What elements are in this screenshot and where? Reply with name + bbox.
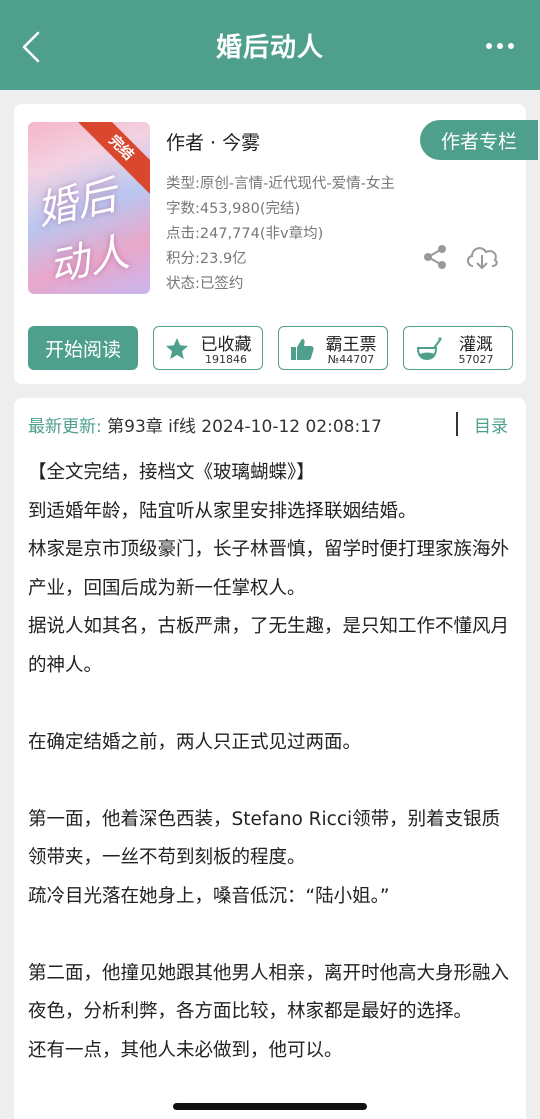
- download-cloud-icon[interactable]: [464, 242, 500, 272]
- author-column-button[interactable]: 作者专栏: [420, 120, 538, 160]
- book-cover[interactable]: 完结 婚后 动人: [28, 122, 150, 294]
- start-reading-button[interactable]: 开始阅读: [28, 326, 138, 370]
- cover-art-title: 婚后 动人: [32, 172, 133, 292]
- synopsis-paragraph: 林家是京市顶级豪门，长子林晋慎，留学时便打理家族海外产业，回国后成为新一任掌权人…: [28, 539, 510, 599]
- book-status: 状态:已签约: [166, 276, 244, 292]
- book-synopsis: 【全文完结，接档文《玻璃蝴蝶》】 到适婚年龄，陆宜听从家里安排选择联姻结婚。 林…: [28, 454, 512, 1070]
- synopsis-paragraph: [28, 916, 512, 955]
- irrigate-count: 57027: [458, 353, 494, 366]
- overlord-ticket-button[interactable]: 霸王票 №44707: [278, 326, 388, 370]
- author-name[interactable]: 作者 · 今雾: [166, 128, 260, 155]
- book-info-card: 完结 婚后 动人 作者 · 今雾 作者专栏 类型:原创-言情-近代现代-爱情-女主…: [14, 104, 538, 384]
- synopsis-paragraph: 第二面，他撞见她跟其他男人相亲，离开时他高大身形融入夜色，分析利弊，各方面比较，…: [28, 962, 510, 1023]
- overlord-ticket-count: №44707: [327, 353, 375, 366]
- action-buttons: 开始阅读 已收藏 191846 霸王票 №44707 灌溉 57027: [28, 326, 514, 370]
- page-title: 婚后动人: [215, 32, 324, 63]
- thumbs-up-icon: [289, 336, 315, 362]
- book-word-count: 字数:453,980(完结): [166, 201, 301, 217]
- book-clicks: 点击:247,774(非v章均): [166, 226, 324, 242]
- irrigate-button[interactable]: 灌溉 57027: [403, 326, 513, 370]
- irrigate-label: 灌溉: [459, 335, 493, 355]
- synopsis-paragraph: 在确定结婚之前，两人只正式见过两面。: [28, 731, 362, 753]
- synopsis-paragraph: 疏冷目光落在她身上，嗓音低沉：“陆小姐。”: [28, 885, 390, 907]
- more-horizontal-icon[interactable]: [486, 42, 514, 50]
- book-type: 类型:原创-言情-近代现代-爱情-女主: [166, 176, 395, 192]
- synopsis-paragraph: 第一面，他着深色西装，Stefano Ricci领带，别着支银质领带夹，一丝不苟…: [28, 808, 501, 869]
- top-nav-bar: 婚后动人: [0, 0, 540, 90]
- divider: [456, 412, 458, 436]
- synopsis-paragraph: 还有一点，其他人未必做到，他可以。: [28, 1039, 343, 1061]
- synopsis-paragraph: 据说人如其名，古板严肃，了无生趣，是只知工作不懂风月的神人。: [28, 616, 510, 676]
- latest-update-label: 最新更新:: [28, 417, 102, 437]
- table-of-contents-link[interactable]: 目录: [474, 412, 508, 437]
- synopsis-paragraph: 到适婚年龄，陆宜听从家里安排选择联姻结婚。: [28, 500, 417, 522]
- share-icon[interactable]: [422, 244, 448, 270]
- collected-label: 已收藏: [200, 335, 252, 355]
- collected-count: 191846: [205, 353, 247, 366]
- overlord-ticket-label: 霸王票: [325, 335, 377, 355]
- home-indicator[interactable]: [173, 1103, 367, 1110]
- watering-can-icon: [414, 336, 442, 362]
- collected-button[interactable]: 已收藏 191846: [153, 326, 263, 370]
- book-meta: 类型:原创-言情-近代现代-爱情-女主 字数:453,980(完结) 点击:24…: [166, 172, 395, 297]
- latest-update-text: 第93章 if线 2024-10-12 02:08:17: [101, 417, 382, 437]
- book-score: 积分:23.9亿: [166, 251, 247, 267]
- synopsis-paragraph: 【全文完结，接档文《玻璃蝴蝶》】: [28, 462, 315, 483]
- star-icon: [164, 336, 190, 362]
- book-description-panel: 最新更新: 第93章 if线 2024-10-12 02:08:17 目录 【全…: [14, 398, 526, 1119]
- synopsis-paragraph: [28, 762, 512, 801]
- chevron-left-icon[interactable]: [14, 30, 48, 64]
- latest-update[interactable]: 最新更新: 第93章 if线 2024-10-12 02:08:17: [28, 412, 382, 437]
- synopsis-paragraph: [28, 685, 512, 724]
